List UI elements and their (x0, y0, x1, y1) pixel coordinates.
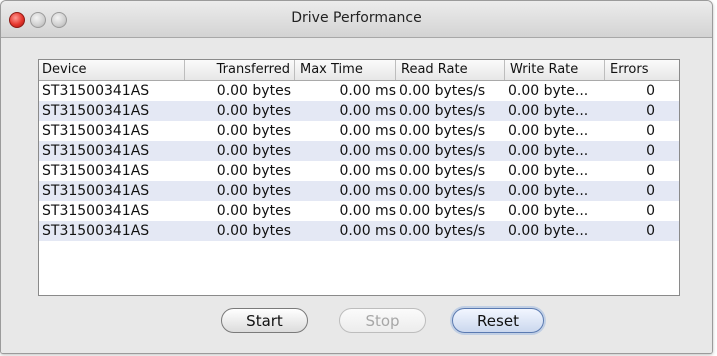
cell-read-rate: 0.00 bytes/s (399, 123, 486, 139)
column-header-transferred[interactable]: Transferred (185, 60, 295, 80)
cell-device: ST31500341AS (42, 123, 150, 139)
cell-transferred: 0.00 bytes (216, 163, 291, 179)
cell-transferred: 0.00 bytes (216, 143, 291, 159)
cell-max-time: 0.00 ms (339, 143, 396, 159)
start-button[interactable]: Start (221, 308, 308, 333)
cell-read-rate: 0.00 bytes/s (399, 203, 486, 219)
cell-read-rate: 0.00 bytes/s (399, 143, 486, 159)
table-header: Device Transferred Max Time Read Rate Wr… (39, 60, 679, 81)
drive-table: Device Transferred Max Time Read Rate Wr… (38, 59, 680, 296)
table-body: ST31500341AS 0.00 bytes 0.00 ms 0.00 bytes/… (39, 81, 679, 241)
button-bar: Start Stop Reset (1, 308, 712, 338)
cell-errors: 0 (646, 163, 655, 179)
cell-device: ST31500341AS (42, 83, 150, 99)
reset-button[interactable]: Reset (452, 308, 544, 333)
table-row[interactable]: ST31500341AS 0.00 bytes 0.00 ms 0.00 bytes/… (39, 81, 679, 101)
column-header-errors[interactable]: Errors (605, 60, 679, 80)
cell-max-time: 0.00 ms (339, 83, 396, 99)
cell-read-rate: 0.00 bytes/s (399, 83, 486, 99)
cell-transferred: 0.00 bytes (216, 223, 291, 239)
title-bar[interactable]: Drive Performance (1, 1, 712, 38)
cell-write-rate: 0.00 byte... (508, 163, 589, 179)
cell-device: ST31500341AS (42, 143, 150, 159)
cell-device: ST31500341AS (42, 163, 150, 179)
stop-button[interactable]: Stop (339, 308, 426, 333)
cell-write-rate: 0.00 byte... (508, 123, 589, 139)
cell-device: ST31500341AS (42, 183, 150, 199)
cell-max-time: 0.00 ms (339, 163, 396, 179)
table-row[interactable]: ST31500341AS 0.00 bytes 0.00 ms 0.00 bytes/… (39, 181, 679, 201)
cell-write-rate: 0.00 byte... (508, 143, 589, 159)
cell-transferred: 0.00 bytes (216, 83, 291, 99)
cell-errors: 0 (646, 223, 655, 239)
cell-device: ST31500341AS (42, 103, 150, 119)
cell-read-rate: 0.00 bytes/s (399, 103, 486, 119)
column-header-write-rate[interactable]: Write Rate (505, 60, 605, 80)
drive-performance-window: Drive Performance Device Transferred Max… (0, 0, 713, 354)
cell-transferred: 0.00 bytes (216, 103, 291, 119)
column-header-read-rate[interactable]: Read Rate (396, 60, 505, 80)
cell-device: ST31500341AS (42, 203, 150, 219)
cell-read-rate: 0.00 bytes/s (399, 163, 486, 179)
table-row[interactable]: ST31500341AS 0.00 bytes 0.00 ms 0.00 bytes/… (39, 101, 679, 121)
cell-errors: 0 (646, 83, 655, 99)
cell-transferred: 0.00 bytes (216, 203, 291, 219)
cell-errors: 0 (646, 103, 655, 119)
window-title: Drive Performance (291, 10, 422, 26)
cell-errors: 0 (646, 183, 655, 199)
table-row[interactable]: ST31500341AS 0.00 bytes 0.00 ms 0.00 bytes/… (39, 141, 679, 161)
cell-write-rate: 0.00 byte... (508, 83, 589, 99)
table-row[interactable]: ST31500341AS 0.00 bytes 0.00 ms 0.00 bytes/… (39, 221, 679, 241)
cell-write-rate: 0.00 byte... (508, 223, 589, 239)
column-header-max-time[interactable]: Max Time (295, 60, 396, 80)
cell-read-rate: 0.00 bytes/s (399, 223, 486, 239)
cell-write-rate: 0.00 byte... (508, 103, 589, 119)
table-row[interactable]: ST31500341AS 0.00 bytes 0.00 ms 0.00 bytes/… (39, 201, 679, 221)
cell-max-time: 0.00 ms (339, 223, 396, 239)
cell-max-time: 0.00 ms (339, 103, 396, 119)
cell-errors: 0 (646, 203, 655, 219)
table-row[interactable]: ST31500341AS 0.00 bytes 0.00 ms 0.00 bytes/… (39, 121, 679, 141)
cell-errors: 0 (646, 123, 655, 139)
table-row[interactable]: ST31500341AS 0.00 bytes 0.00 ms 0.00 bytes/… (39, 161, 679, 181)
cell-write-rate: 0.00 byte... (508, 203, 589, 219)
window-content: Device Transferred Max Time Read Rate Wr… (1, 38, 712, 353)
cell-transferred: 0.00 bytes (216, 123, 291, 139)
cell-transferred: 0.00 bytes (216, 183, 291, 199)
cell-device: ST31500341AS (42, 223, 150, 239)
cell-errors: 0 (646, 143, 655, 159)
cell-write-rate: 0.00 byte... (508, 183, 589, 199)
cell-read-rate: 0.00 bytes/s (399, 183, 486, 199)
cell-max-time: 0.00 ms (339, 183, 396, 199)
cell-max-time: 0.00 ms (339, 123, 396, 139)
cell-max-time: 0.00 ms (339, 203, 396, 219)
column-header-device[interactable]: Device (39, 60, 185, 80)
